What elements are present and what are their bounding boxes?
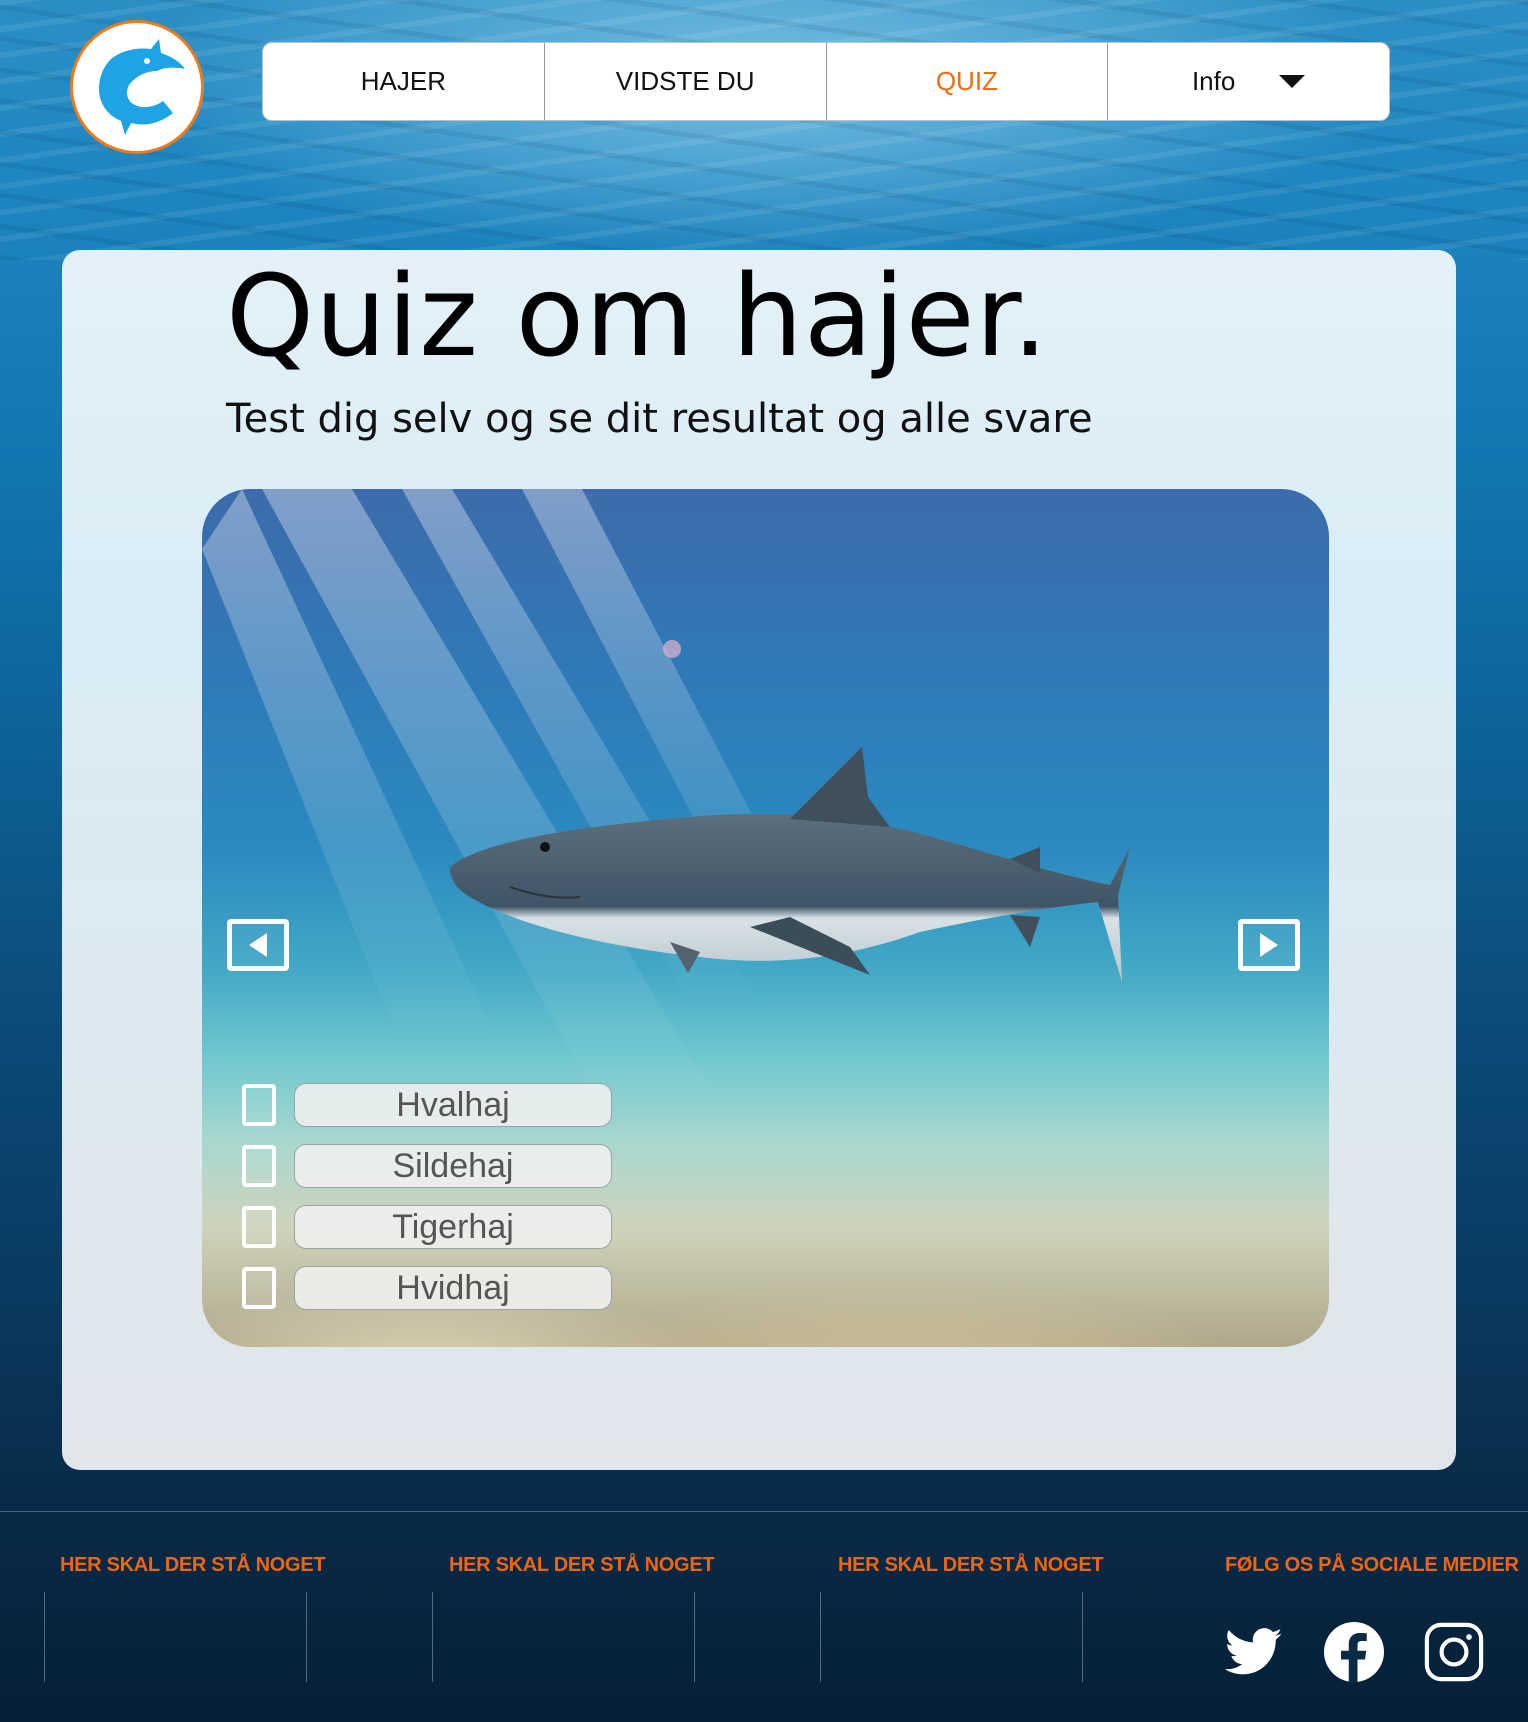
nav-item-label: Info bbox=[1191, 66, 1236, 96]
nav-item-vidste-du[interactable]: VIDSTE DU bbox=[545, 43, 827, 120]
footer-column-3: HER SKAL DER STÅ NOGET bbox=[838, 1554, 1104, 1577]
facebook-link[interactable] bbox=[1322, 1620, 1386, 1684]
footer-column-1: HER SKAL DER STÅ NOGET bbox=[60, 1554, 326, 1577]
answer-option: Sildehaj bbox=[242, 1135, 612, 1196]
footer-column-divider bbox=[694, 1592, 695, 1682]
page-subtitle: Test dig selv og se dit resultat og alle… bbox=[226, 396, 1093, 442]
nav-item-label: HAJER bbox=[360, 66, 446, 96]
instagram-link[interactable] bbox=[1422, 1620, 1486, 1684]
footer-divider bbox=[0, 1511, 1528, 1512]
next-slide-button[interactable] bbox=[1238, 919, 1300, 971]
footer-column-divider bbox=[1082, 1592, 1083, 1682]
footer-column-divider bbox=[820, 1592, 821, 1682]
answer-checkbox-3[interactable] bbox=[242, 1205, 276, 1248]
answer-label-4[interactable]: Hvidhaj bbox=[294, 1265, 612, 1310]
chevron-down-icon bbox=[1279, 75, 1306, 88]
nav-item-label: QUIZ bbox=[935, 66, 998, 96]
arrow-right-icon bbox=[1260, 933, 1278, 957]
footer-heading: HER SKAL DER STÅ NOGET bbox=[449, 1554, 715, 1576]
shark-logo-icon bbox=[99, 39, 185, 135]
twitter-link[interactable] bbox=[1222, 1620, 1286, 1684]
nav-item-quiz[interactable]: QUIZ bbox=[827, 43, 1109, 120]
answer-option: Hvidhaj bbox=[242, 1257, 612, 1318]
quiz-panel: Quiz om hajer. Test dig selv og se dit r… bbox=[62, 250, 1456, 1470]
main-nav: HAJER VIDSTE DU QUIZ Info bbox=[262, 42, 1390, 121]
answer-options: Hvalhaj Sildehaj Tigerhaj Hvidhaj bbox=[242, 1074, 612, 1318]
answer-label-3[interactable]: Tigerhaj bbox=[294, 1204, 612, 1249]
ocean-background bbox=[0, 0, 1528, 260]
shark-logo[interactable] bbox=[70, 20, 204, 154]
nav-item-label: VIDSTE DU bbox=[615, 66, 755, 96]
twitter-icon bbox=[1225, 1628, 1283, 1675]
footer-heading: HER SKAL DER STÅ NOGET bbox=[838, 1554, 1104, 1576]
answer-option: Hvalhaj bbox=[242, 1074, 612, 1135]
footer-heading: HER SKAL DER STÅ NOGET bbox=[60, 1554, 326, 1576]
page-title: Quiz om hajer. bbox=[226, 252, 1049, 382]
nav-item-hajer[interactable]: HAJER bbox=[263, 43, 545, 120]
answer-checkbox-2[interactable] bbox=[242, 1144, 276, 1187]
prev-slide-button[interactable] bbox=[227, 919, 289, 971]
answer-label-2[interactable]: Sildehaj bbox=[294, 1143, 612, 1188]
footer-column-social: FØLG OS PÅ SOCIALE MEDIER bbox=[1225, 1554, 1519, 1577]
answer-label-1[interactable]: Hvalhaj bbox=[294, 1082, 612, 1127]
answer-checkbox-1[interactable] bbox=[242, 1083, 276, 1126]
answer-checkbox-4[interactable] bbox=[242, 1266, 276, 1309]
answer-option: Tigerhaj bbox=[242, 1196, 612, 1257]
footer-column-divider bbox=[432, 1592, 433, 1682]
instagram-icon bbox=[1424, 1622, 1484, 1682]
nav-item-info-dropdown[interactable]: Info bbox=[1108, 43, 1389, 120]
footer-column-divider bbox=[44, 1592, 45, 1682]
footer-heading: FØLG OS PÅ SOCIALE MEDIER bbox=[1225, 1554, 1519, 1576]
footer-column-2: HER SKAL DER STÅ NOGET bbox=[449, 1554, 715, 1577]
footer-column-divider bbox=[306, 1592, 307, 1682]
arrow-left-icon bbox=[249, 933, 267, 957]
quiz-image-slider: Hvalhaj Sildehaj Tigerhaj Hvidhaj bbox=[202, 489, 1329, 1347]
facebook-icon bbox=[1324, 1622, 1384, 1682]
tiger-shark-image bbox=[450, 747, 1130, 982]
